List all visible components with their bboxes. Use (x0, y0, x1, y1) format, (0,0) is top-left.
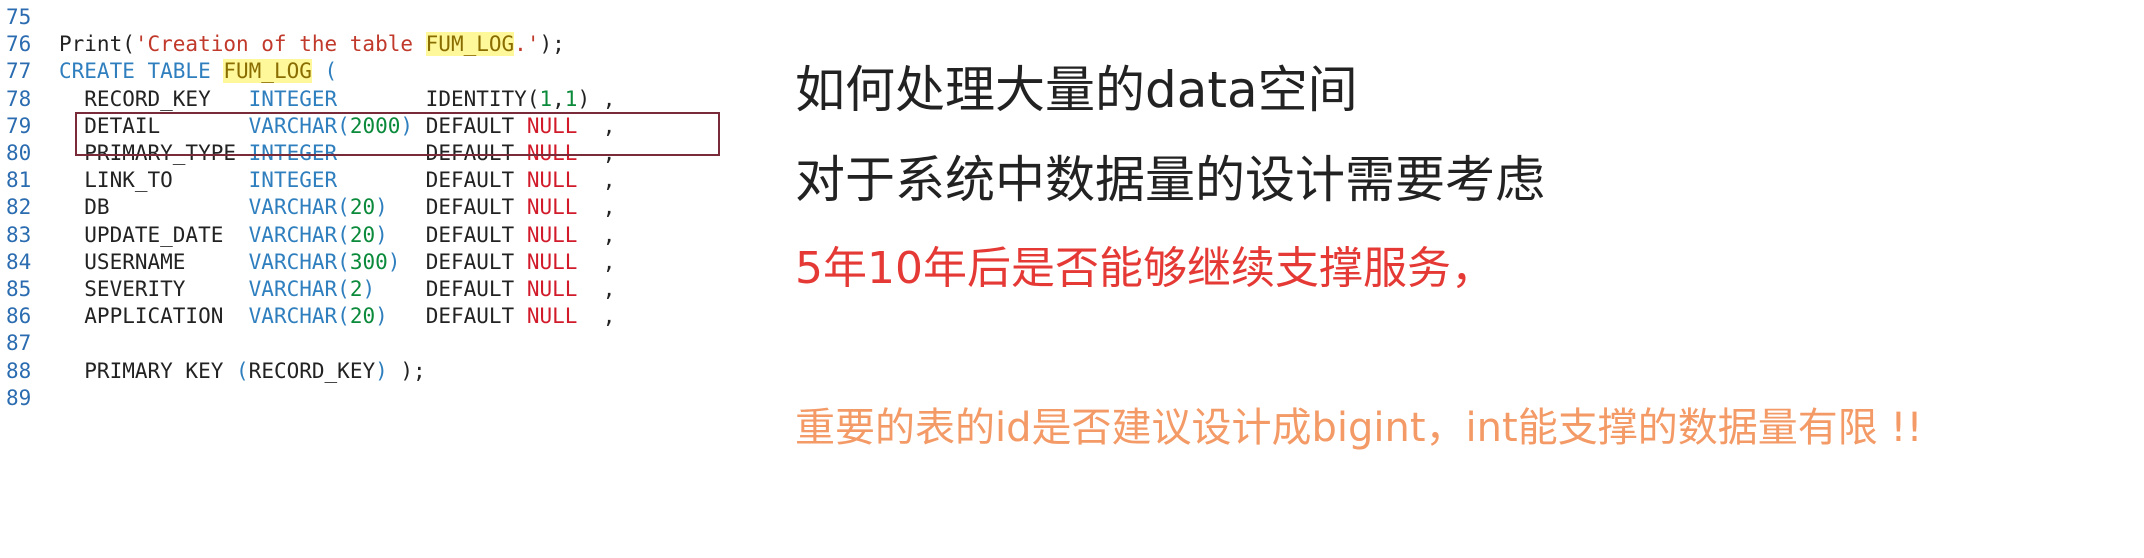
code-line[interactable]: CREATE TABLE FUM_LOG ( (59, 58, 337, 85)
code-token: APPLICATION (59, 304, 249, 329)
code-token: DEFAULT (337, 168, 527, 193)
code-token: 20 (349, 222, 376, 247)
code-token: ); (539, 32, 565, 57)
code-token: NULL (526, 168, 578, 193)
code-line[interactable]: DB VARCHAR(20) DEFAULT NULL , (59, 194, 615, 221)
code-token: ) (375, 304, 388, 329)
code-token: 300 (349, 249, 388, 274)
code-line[interactable]: SEVERITY VARCHAR(2) DEFAULT NULL , (59, 276, 615, 303)
code-token: 20 (349, 195, 376, 220)
code-token: DEFAULT (387, 304, 527, 329)
code-line[interactable]: PRIMARY KEY (RECORD_KEY) ); (59, 358, 426, 385)
code-line[interactable]: Print('Creation of the table FUM_LOG.'); (59, 31, 565, 58)
code-token: , (577, 222, 616, 247)
code-token: VARCHAR( (248, 195, 350, 220)
code-token: ) (375, 195, 388, 220)
code-token: 1 (539, 86, 553, 111)
code-token: INTEGER (248, 168, 338, 193)
code-token: NULL (526, 195, 578, 220)
code-token: , (577, 277, 616, 301)
line-number: 78 (6, 86, 32, 111)
selected-line-box (75, 112, 720, 156)
code-token: NULL (526, 222, 578, 247)
code-token: DEFAULT (387, 195, 527, 220)
code-token: ( (311, 59, 338, 84)
code-token: ) (375, 358, 388, 383)
line-number: 77 (6, 59, 32, 84)
code-token: , (552, 86, 565, 111)
code-token: UPDATE_DATE (59, 222, 249, 247)
line-number: 84 (6, 249, 32, 274)
code-token: , (577, 249, 616, 274)
code-token: IDENTITY( (337, 86, 540, 111)
code-token: USERNAME (59, 249, 249, 274)
line-number: 80 (6, 141, 32, 165)
code-token: RECORD_KEY (248, 358, 376, 383)
code-token: NULL (526, 304, 578, 329)
code-token: ) (375, 222, 388, 247)
code-token: FUM_LOG (425, 32, 515, 57)
code-token: VARCHAR( (248, 277, 350, 301)
code-token: ); (387, 358, 426, 383)
line-number: 76 (6, 32, 32, 57)
code-token: RECORD_KEY (59, 86, 249, 111)
code-line[interactable]: UPDATE_DATE VARCHAR(20) DEFAULT NULL , (59, 222, 615, 249)
line-number: 89 (6, 385, 32, 410)
code-token: 1 (564, 86, 578, 111)
code-token: 2 (349, 277, 363, 301)
code-token: CREATE TABLE (59, 59, 224, 84)
code-token: , (577, 195, 616, 220)
code-token: PRIMARY KEY (59, 358, 237, 383)
code-token: VARCHAR( (248, 304, 350, 329)
code-token: NULL (526, 277, 578, 301)
code-token: VARCHAR( (248, 222, 350, 247)
code-token: 'Creation of the table (134, 32, 426, 57)
code-token: LINK_TO (59, 168, 249, 193)
code-token: INTEGER (248, 86, 338, 111)
code-token: ) , (577, 86, 616, 111)
code-token: DEFAULT (387, 222, 527, 247)
code-line[interactable]: USERNAME VARCHAR(300) DEFAULT NULL , (59, 249, 615, 276)
code-editor[interactable]: 75 76 77 78 79 80 81 82 83 84 85 86 87 88 89 Print('Cr… (0, 0, 770, 558)
code-token: ( (236, 358, 249, 383)
line-number: 86 (6, 304, 32, 329)
code-token: ) (387, 249, 401, 274)
note-bigint-suggestion: 重要的表的id是否建议设计成bigint，int能支撑的数据量有限 !! (795, 405, 1923, 451)
code-token: ) (362, 277, 376, 301)
line-number: 88 (6, 358, 32, 383)
code-token: NULL (526, 249, 578, 274)
note-design-consideration: 对于系统中数据量的设计需要考虑 (795, 151, 1545, 209)
code-token: , (577, 168, 616, 193)
note-capacity-warning: 5年10年后是否能够继续支撑服务， (795, 243, 1495, 294)
line-number: 87 (6, 331, 32, 356)
code-token: Print( (59, 32, 135, 57)
code-token: 20 (349, 304, 376, 329)
code-token: DEFAULT (400, 249, 527, 274)
line-number: 75 (6, 5, 32, 29)
code-line[interactable]: RECORD_KEY INTEGER IDENTITY(1,1) , (59, 86, 615, 113)
line-number: 85 (6, 277, 32, 301)
code-token: DB (59, 195, 249, 220)
code-token: DEFAULT (375, 277, 527, 301)
code-line[interactable]: LINK_TO INTEGER DEFAULT NULL , (59, 167, 615, 194)
line-number: 82 (6, 195, 32, 220)
line-number: 81 (6, 168, 32, 193)
line-number: 83 (6, 222, 32, 247)
code-token: VARCHAR( (248, 249, 350, 274)
code-token: FUM_LOG (223, 59, 312, 84)
note-heading: 如何处理大量的data空间 (795, 61, 1358, 119)
line-number: 79 (6, 113, 32, 138)
code-token: , (577, 304, 616, 329)
code-token: SEVERITY (59, 277, 249, 301)
code-token: .' (514, 32, 540, 57)
code-line[interactable]: APPLICATION VARCHAR(20) DEFAULT NULL , (59, 303, 615, 330)
